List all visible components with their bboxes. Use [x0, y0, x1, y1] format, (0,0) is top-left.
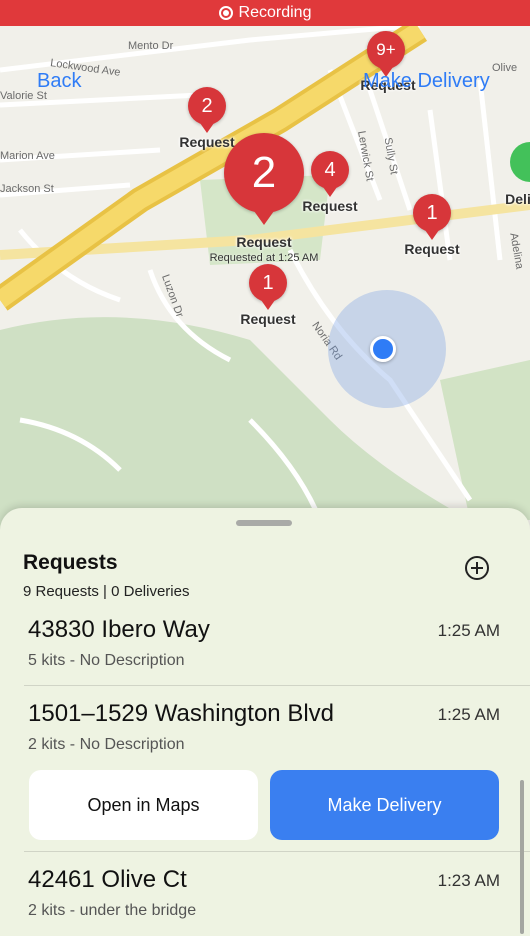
request-time: 1:25 AM [437, 621, 500, 640]
divider [24, 851, 530, 852]
pin-count: 9+ [367, 31, 405, 77]
request-description: 5 kits - No Description [28, 652, 185, 669]
list-item[interactable]: 1501–1529 Washington Blvd 1:25 AM 2 kits… [0, 692, 530, 770]
street-label: Mento Dr [128, 40, 174, 52]
request-cluster-pin[interactable]: 9+ [367, 31, 405, 77]
scrollbar[interactable] [520, 780, 524, 934]
pin-label: Request [404, 241, 460, 257]
pin-count: 2 [188, 87, 226, 133]
request-address: 1501–1529 Washington Blvd [28, 700, 334, 727]
pin-label: Request [240, 311, 296, 327]
pin-label: Request [302, 198, 358, 214]
street-label: Olive [492, 62, 518, 74]
list-item[interactable]: 43830 Ibero Way 1:25 AM 5 kits - No Desc… [0, 608, 530, 686]
request-cluster-pin[interactable]: 1 [249, 264, 287, 310]
back-button[interactable]: Back [37, 70, 81, 93]
delivery-pin-label: Deli [505, 191, 530, 207]
request-time: 1:23 AM [437, 871, 500, 890]
make-delivery-button[interactable]: Make Delivery [270, 770, 499, 840]
list-item[interactable]: 42461 Olive Ct 1:23 AM 2 kits - under th… [0, 858, 530, 936]
open-in-maps-button[interactable]: Open in Maps [29, 770, 258, 840]
request-cluster-pin[interactable]: 4 [311, 151, 349, 197]
request-time: 1:25 AM [437, 705, 500, 724]
divider [24, 685, 530, 686]
request-address: 43830 Ibero Way [28, 616, 210, 643]
pin-sublabel: Requested at 1:25 AM [209, 252, 319, 264]
request-cluster-pin-selected[interactable]: 2 [224, 133, 304, 225]
request-cluster-pin[interactable]: 2 [188, 87, 226, 133]
request-description: 2 kits - under the bridge [28, 902, 197, 919]
recording-label: Recording [238, 4, 312, 21]
pin-count: 4 [311, 151, 349, 197]
request-description: 2 kits - No Description [28, 736, 185, 753]
record-icon [218, 6, 233, 20]
requests-sheet[interactable]: Requests 9 Requests | 0 Deliveries 43830… [0, 508, 530, 936]
sheet-subtitle: 9 Requests | 0 Deliveries [23, 583, 190, 600]
request-address: 42461 Olive Ct [28, 866, 187, 893]
pin-count: 1 [413, 194, 451, 240]
recording-indicator: Recording [0, 0, 530, 26]
sheet-grabber[interactable] [236, 520, 292, 526]
make-delivery-nav-button[interactable]: Make Delivery [363, 70, 490, 93]
map-view[interactable]: Mento Dr Lockwood Ave Valorie St Marion … [0, 0, 530, 560]
request-cluster-pin[interactable]: 1 [413, 194, 451, 240]
current-location-dot [370, 336, 396, 362]
street-label: Jackson St [0, 183, 54, 195]
street-label: Marion Ave [0, 150, 55, 162]
sheet-title: Requests [23, 551, 118, 574]
pin-count: 2 [224, 133, 304, 225]
pin-label: Request [236, 234, 292, 250]
pin-count: 1 [249, 264, 287, 310]
add-circle-icon[interactable] [465, 556, 489, 580]
